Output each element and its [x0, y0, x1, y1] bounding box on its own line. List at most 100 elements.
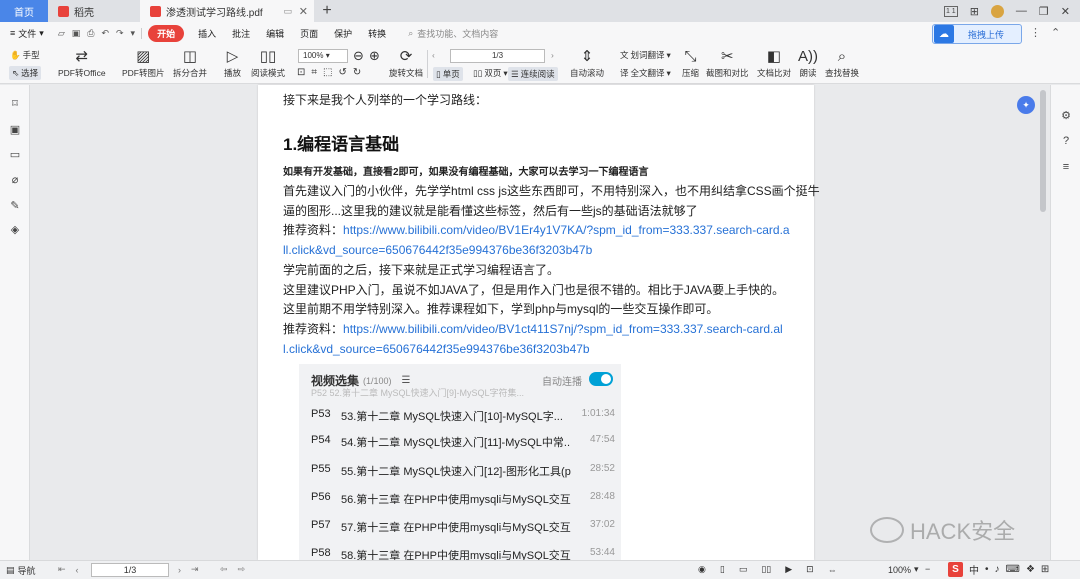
- keyboard-icon[interactable]: ⌨: [1006, 564, 1020, 575]
- pdf-to-image-button[interactable]: ▨ PDF转图片: [122, 48, 165, 79]
- chevron-down-icon[interactable]: ▾: [131, 28, 136, 39]
- prev-page-icon[interactable]: ‹: [76, 565, 79, 575]
- ime-language[interactable]: 中: [969, 562, 979, 577]
- auto-scroll-button[interactable]: ⇕ 自动滚动: [570, 48, 604, 79]
- select-tool[interactable]: ⇖ 选择: [9, 66, 42, 80]
- upload-button[interactable]: ☁ 拖拽上传: [932, 24, 1022, 44]
- play-icon[interactable]: ▶: [785, 564, 792, 575]
- nav-toggle[interactable]: ▤ 导航: [6, 564, 36, 577]
- next-page-icon[interactable]: ›: [551, 50, 554, 60]
- vertical-scrollbar[interactable]: [1040, 90, 1046, 555]
- first-page-icon[interactable]: ⇤: [58, 564, 66, 575]
- settings-sliders-icon[interactable]: ≡: [1059, 161, 1073, 175]
- restore-icon[interactable]: ❐: [1039, 5, 1049, 18]
- floating-assistant-icon[interactable]: ✦: [1017, 96, 1035, 114]
- rotate-doc-button[interactable]: ⟳ 旋转文档: [389, 48, 423, 79]
- doc-link[interactable]: ll.click&vd_source=650676442f35e994376be…: [283, 241, 592, 259]
- doc-compare-button[interactable]: ◧ 文档比对: [757, 48, 791, 79]
- page-number-input[interactable]: 1/3: [450, 49, 545, 63]
- thumbnail-icon[interactable]: ▣: [9, 124, 21, 136]
- menu-annotate[interactable]: 批注: [224, 27, 258, 40]
- status-page-input[interactable]: 1/3: [91, 563, 169, 577]
- sogou-icon[interactable]: S: [948, 562, 963, 577]
- continuous-read-button[interactable]: ☰ 连续阅读: [508, 67, 558, 81]
- help-icon[interactable]: ?: [1059, 135, 1073, 149]
- zoom-out-icon[interactable]: ⊖: [353, 48, 364, 64]
- save-icon[interactable]: ▣: [72, 28, 81, 39]
- double-view-icon[interactable]: ▯▯: [761, 564, 771, 575]
- menu-protect[interactable]: 保护: [326, 27, 360, 40]
- back-icon[interactable]: ⇦: [220, 564, 228, 575]
- menu-start-tab[interactable]: 开始: [148, 24, 185, 42]
- rotate-right-icon[interactable]: ↻: [353, 67, 361, 78]
- tab-close-icon[interactable]: ✕: [299, 5, 308, 18]
- double-page-button[interactable]: ▯▯ 双页 ▾: [473, 67, 508, 79]
- actual-size-icon[interactable]: ⊡: [297, 67, 305, 78]
- doc-link[interactable]: l.click&vd_source=650676442f35e994376be3…: [283, 340, 590, 358]
- status-zoom[interactable]: 100% ▾: [888, 564, 919, 575]
- full-translate-button[interactable]: 译全文翻译 ▾: [620, 67, 671, 79]
- redo-icon[interactable]: ↷: [116, 28, 124, 39]
- menu-insert[interactable]: 插入: [190, 27, 224, 40]
- next-page-icon[interactable]: ›: [178, 565, 181, 575]
- single-page-button[interactable]: ▯ 单页: [433, 67, 463, 81]
- menu-page[interactable]: 页面: [292, 27, 326, 40]
- punctuation-icon[interactable]: •: [985, 564, 989, 575]
- property-icon[interactable]: ⚙: [1059, 109, 1073, 123]
- collapse-icon[interactable]: ⌃: [1051, 26, 1060, 39]
- signature-icon[interactable]: ✎: [9, 200, 21, 212]
- doc-link[interactable]: https://www.bilibili.com/video/BV1Er4y1V…: [343, 223, 790, 237]
- zoom-select[interactable]: 100% ▾: [298, 49, 348, 63]
- scroll-thumb[interactable]: [1040, 90, 1046, 212]
- undo-icon[interactable]: ↶: [101, 28, 109, 39]
- file-menu[interactable]: ≡ 文件 ▾: [0, 27, 52, 40]
- read-aloud-button[interactable]: A)) 朗读: [798, 48, 818, 79]
- last-page-icon[interactable]: ⇥: [191, 564, 199, 575]
- grid-icon[interactable]: ⊞: [970, 5, 979, 18]
- tab-home[interactable]: 首页: [0, 0, 48, 22]
- mic-icon[interactable]: ♪: [995, 564, 1000, 575]
- compress-button[interactable]: ⤡ 压缩: [682, 48, 699, 79]
- avatar[interactable]: [990, 4, 1004, 18]
- layers-icon[interactable]: ◈: [9, 224, 21, 236]
- zoom-in-icon[interactable]: ⊕: [369, 48, 380, 64]
- print-icon[interactable]: ⎙: [87, 28, 94, 39]
- search-input[interactable]: ⌕ 查找功能、文档内容: [408, 27, 498, 40]
- prev-page-icon[interactable]: ‹: [432, 50, 435, 60]
- tab-daoke[interactable]: 稻壳: [48, 0, 140, 22]
- menu-edit[interactable]: 编辑: [258, 27, 292, 40]
- minimize-icon[interactable]: —: [1016, 5, 1027, 17]
- fit-icon[interactable]: ⊡: [806, 564, 814, 575]
- split-merge-button[interactable]: ◫ 拆分合并: [173, 48, 207, 79]
- menu-convert[interactable]: 转换: [360, 27, 394, 40]
- screenshot-compare-button[interactable]: ✂ 截图和对比: [706, 48, 749, 79]
- fit-page-icon[interactable]: ⌗: [311, 67, 317, 78]
- fit-width-icon[interactable]: ⇔: [828, 565, 837, 575]
- page-view-icon[interactable]: ▯: [720, 564, 725, 575]
- open-icon[interactable]: ▱: [58, 28, 65, 39]
- tab-pin-icon[interactable]: ▭: [283, 6, 292, 17]
- play-button[interactable]: ▷ 播放: [224, 48, 241, 79]
- word-translate-button[interactable]: 文划词翻译 ▾: [620, 49, 671, 61]
- read-mode-button[interactable]: ▯▯ 阅读模式: [251, 48, 285, 79]
- hand-tool[interactable]: ✋ 手型: [10, 49, 40, 61]
- new-tab-button[interactable]: +: [314, 0, 340, 22]
- tab-document[interactable]: 渗透测试学习路线.pdf ▭ ✕: [140, 0, 314, 22]
- rotate-left-icon[interactable]: ↺: [338, 67, 346, 78]
- close-window-icon[interactable]: ✕: [1061, 5, 1070, 18]
- comment-icon[interactable]: ▭: [9, 149, 21, 161]
- layout-icon[interactable]: 1 1: [943, 5, 958, 17]
- attachment-icon[interactable]: ⌀: [9, 174, 21, 186]
- single-view-icon[interactable]: ▭: [739, 564, 748, 575]
- more-icon[interactable]: ⋮: [1030, 26, 1041, 39]
- eye-icon[interactable]: ◉: [698, 564, 706, 575]
- pdf-to-office-button[interactable]: ⇄ PDF转Office: [58, 48, 106, 79]
- zoom-out-icon[interactable]: −: [925, 564, 930, 574]
- bookmark-icon[interactable]: ⌑: [9, 98, 21, 110]
- forward-icon[interactable]: ⇨: [238, 564, 246, 575]
- skin-icon[interactable]: ❖: [1026, 564, 1035, 575]
- doc-link[interactable]: https://www.bilibili.com/video/BV1ct411S…: [343, 322, 783, 336]
- grid-icon[interactable]: ⊞: [1041, 564, 1049, 575]
- fit-width-icon[interactable]: ⬚: [323, 67, 332, 78]
- find-replace-button[interactable]: ⌕ 查找替换: [825, 48, 859, 79]
